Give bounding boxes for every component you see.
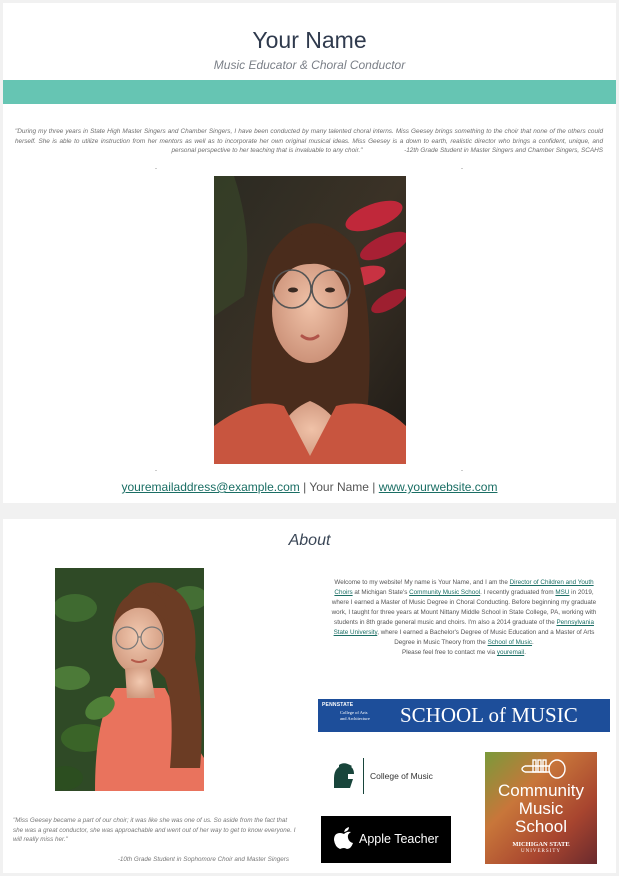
cms-link[interactable]: Community Music School xyxy=(409,589,480,596)
community-music-school-logo: Community Music School MICHIGAN STATE UN… xyxy=(485,752,597,864)
logo-text: Apple Teacher xyxy=(359,832,439,846)
bio-segment: Please feel free to contact me via xyxy=(402,649,496,656)
school-of-music-link[interactable]: School of Music xyxy=(488,639,532,646)
email-link[interactable]: youremailaddress@example.com xyxy=(122,480,300,494)
bio-segment: . xyxy=(524,649,526,656)
apple-teacher-logo: Apple Teacher xyxy=(321,816,451,863)
bio-segment: . I recently graduated from xyxy=(480,589,554,596)
psu-school-of-music-logo: PENNSTATE College of Arts and Architectu… xyxy=(318,699,610,732)
about-card: About Welcome to my website! My name is … xyxy=(3,519,616,873)
about-heading: About xyxy=(288,532,331,549)
contact-line: youremailaddress@example.com | Your Name… xyxy=(3,480,616,494)
logo-text: and Architecture xyxy=(340,716,370,721)
bio-segment: Welcome to my website! My name is Your N… xyxy=(334,579,508,586)
page-subtitle: Music Educator & Choral Conductor xyxy=(213,58,406,72)
about-photo xyxy=(55,568,204,791)
msu-link[interactable]: MSU xyxy=(555,589,569,596)
bio-text: Welcome to my website! My name is Your N… xyxy=(326,578,602,658)
logo-divider xyxy=(363,758,364,794)
logo-wordmark: SCHOOL of MUSIC xyxy=(400,703,578,727)
logo-text: PENNSTATE xyxy=(322,702,354,708)
bio-segment: at Michigan State's xyxy=(354,589,408,596)
portrait-photo xyxy=(214,176,406,464)
testimonial-quote: "During my three years in State High Mas… xyxy=(15,127,603,156)
testimonial-attribution: -12th Grade Student in Master Singers an… xyxy=(404,147,603,155)
logo-text: Community xyxy=(498,781,584,800)
logo-text: MICHIGAN STATE xyxy=(512,841,570,848)
contact-name: Your Name xyxy=(309,480,369,494)
bio-segment: . xyxy=(532,639,534,646)
accent-bar xyxy=(3,80,616,104)
divider-dot xyxy=(155,168,157,169)
page-title: Your Name xyxy=(252,27,367,53)
apple-icon xyxy=(334,827,353,849)
testimonial-attribution-2: -10th Grade Student in Sophomore Choir a… xyxy=(117,856,289,863)
separator: | xyxy=(303,480,307,494)
divider-dot xyxy=(155,470,157,471)
spartan-helmet-icon xyxy=(334,763,354,788)
logo-text: College of Music xyxy=(370,771,433,781)
testimonial-quote-2: "Miss Geesey became a part of our choir;… xyxy=(13,817,296,844)
separator: | xyxy=(372,480,376,494)
header-card: Your Name Music Educator & Choral Conduc… xyxy=(3,3,616,503)
logo-text: UNIVERSITY xyxy=(521,849,561,854)
website-link[interactable]: www.yourwebsite.com xyxy=(379,480,498,494)
bio-segment: , where I earned a Bachelor's Degree of … xyxy=(377,629,595,646)
logo-text: Music xyxy=(518,799,564,818)
msu-college-of-music-logo: College of Music xyxy=(328,756,440,796)
divider-dot xyxy=(461,470,463,471)
logo-text: College of Arts xyxy=(340,710,368,715)
logo-text: School xyxy=(515,817,567,836)
divider-dot xyxy=(461,168,463,169)
email-link-bio[interactable]: youremail xyxy=(497,649,524,656)
